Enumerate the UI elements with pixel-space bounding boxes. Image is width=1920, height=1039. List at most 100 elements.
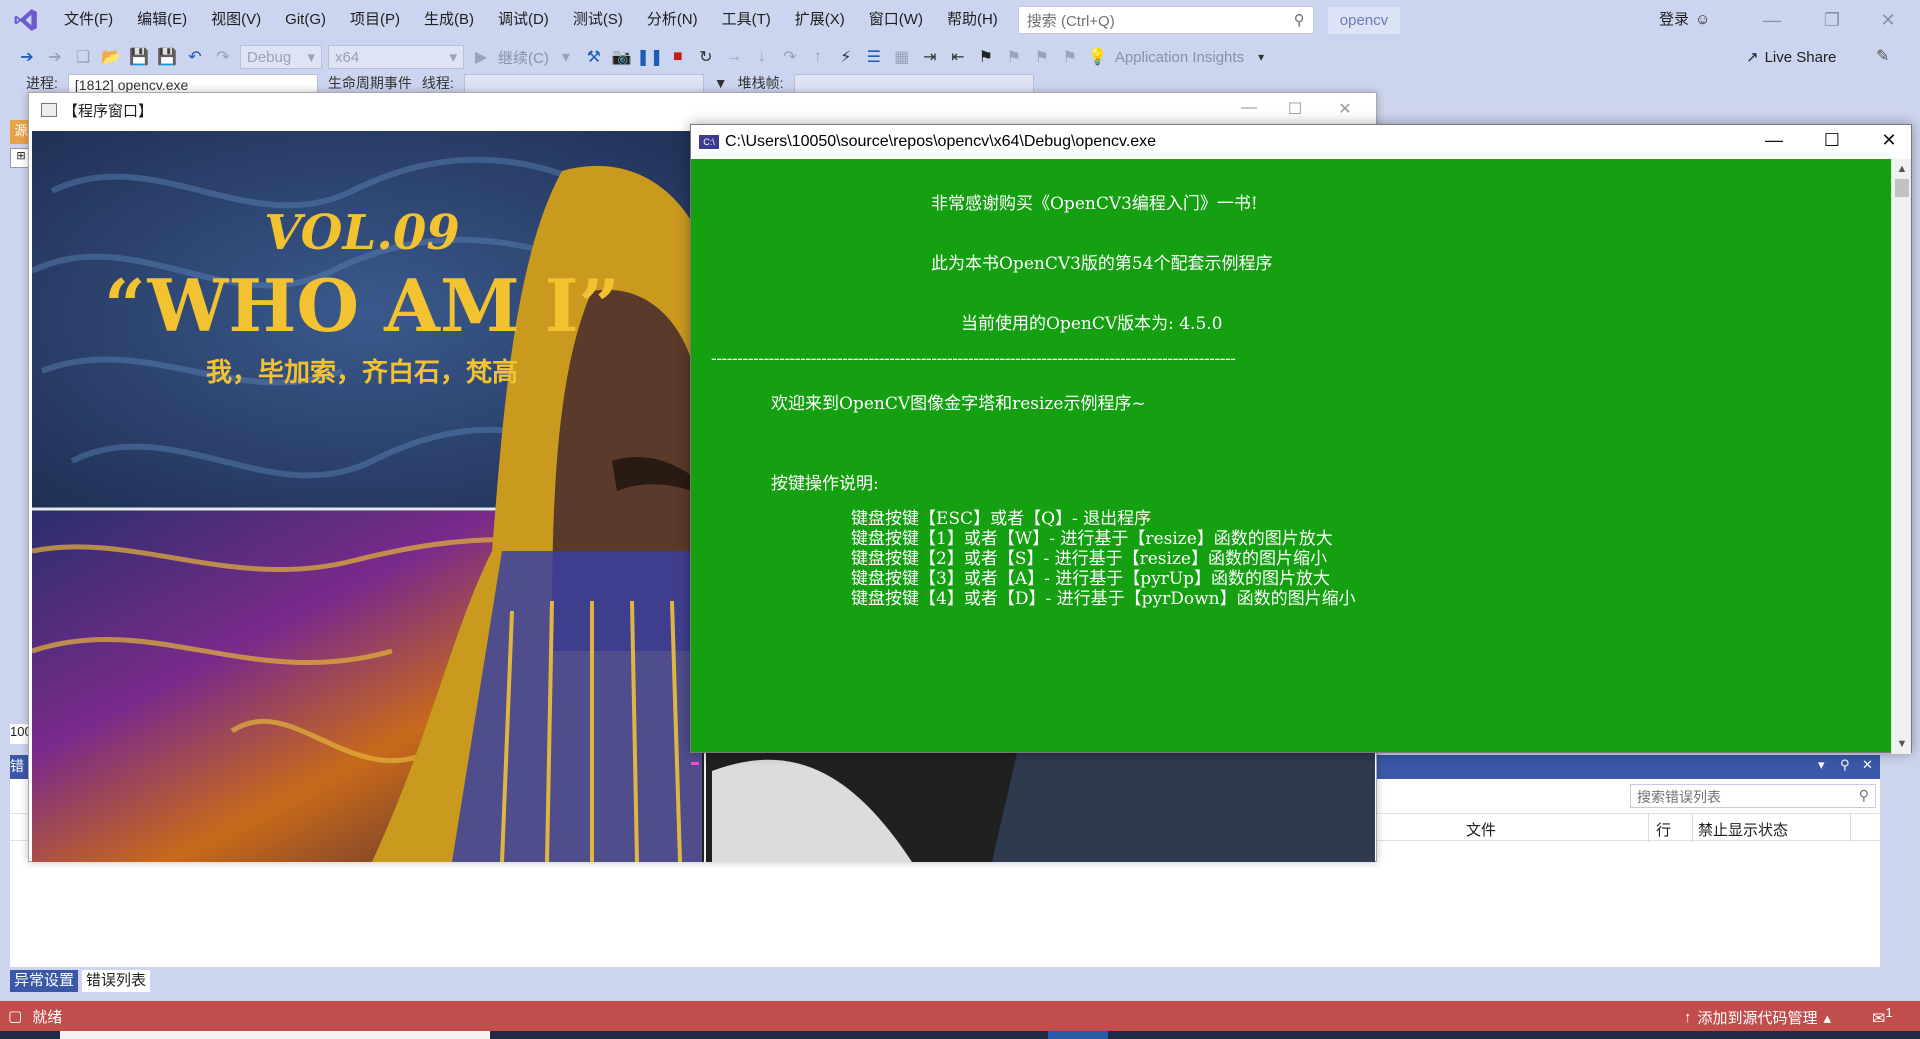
maximize-button[interactable]: ☐ <box>1275 99 1315 119</box>
chevron-down-icon[interactable]: ▾ <box>1250 46 1272 68</box>
bottom-tool-tabs: 异常设置 错误列表 <box>10 970 151 992</box>
taskbar <box>0 1031 1920 1039</box>
stackframe-dropdown[interactable] <box>793 74 1034 92</box>
menu-help[interactable]: 帮助(H) <box>935 0 1010 40</box>
console-title: C:\Users\10050\source\repos\opencv\x64\D… <box>725 133 1157 150</box>
clear-bookmark-icon[interactable]: ⚑ <box>1059 46 1081 68</box>
step-into-icon[interactable]: ↓ <box>751 46 773 68</box>
output-icon: ▢ <box>8 1008 23 1025</box>
redo-icon[interactable]: ↷ <box>212 46 234 68</box>
menu-tools[interactable]: 工具(T) <box>710 0 783 40</box>
step-out-icon[interactable]: ↑ <box>807 46 829 68</box>
application-insights-button[interactable]: Application Insights <box>1115 49 1244 66</box>
forward-icon[interactable]: ➔ <box>44 46 66 68</box>
outdent-icon[interactable]: ⇤ <box>947 46 969 68</box>
bookmark-icon[interactable]: ⚑ <box>975 46 997 68</box>
maximize-button[interactable]: ❐ <box>1810 0 1854 40</box>
feedback-icon[interactable]: ✎ <box>1876 46 1889 66</box>
process-dropdown[interactable]: [1812] opencv.exe <box>67 74 318 92</box>
close-button[interactable]: ✕ <box>1866 0 1910 40</box>
next-bookmark-icon[interactable]: ⚑ <box>1031 46 1053 68</box>
step-over-icon[interactable]: ↷ <box>779 46 801 68</box>
new-project-icon[interactable]: ❏ <box>72 46 94 68</box>
close-panel-icon[interactable]: ✕ <box>1862 757 1873 773</box>
undo-icon[interactable]: ↶ <box>184 46 206 68</box>
status-ready: ▢ 就绪 <box>8 1006 62 1027</box>
menu-analyze[interactable]: 分析(N) <box>635 0 710 40</box>
back-icon[interactable]: ➔ <box>16 46 38 68</box>
filter-icon[interactable]: ▼ <box>714 75 728 91</box>
lifecycle-events-dropdown[interactable]: 生命周期事件 <box>328 74 412 92</box>
column-file[interactable]: 文件 <box>1466 819 1496 840</box>
column-line[interactable]: 行 <box>1656 819 1671 840</box>
menu-window[interactable]: 窗口(W) <box>857 0 935 40</box>
live-share-button[interactable]: ↗ Live Share <box>1746 40 1836 74</box>
prev-bookmark-icon[interactable]: ⚑ <box>1003 46 1025 68</box>
menu-project[interactable]: 项目(P) <box>338 0 412 40</box>
add-to-source-control-button[interactable]: ↑ 添加到源代码管理 ▴ <box>1684 1007 1831 1028</box>
save-all-icon[interactable]: 💾 <box>156 46 178 68</box>
tab-exception-settings[interactable]: 异常设置 <box>10 970 79 992</box>
insights-icon[interactable]: 💡 <box>1087 46 1109 68</box>
poster-vol-text: VOL.09 <box>264 205 459 261</box>
menu-file[interactable]: 文件(F) <box>52 0 125 40</box>
error-search-input[interactable]: 搜索错误列表 ⚲ <box>1630 784 1876 808</box>
minimize-button[interactable]: — <box>1754 130 1794 151</box>
minimize-button[interactable]: — <box>1750 0 1794 40</box>
pause-icon[interactable]: ❚❚ <box>636 46 663 68</box>
screenshot-icon[interactable]: 📷 <box>611 46 633 68</box>
minimize-button[interactable]: — <box>1229 99 1269 117</box>
tab-error-list[interactable]: 错误列表 <box>82 970 151 992</box>
panel-dropdown-icon[interactable]: ▾ <box>1818 757 1825 773</box>
program-window-titlebar[interactable]: 【程序窗口】 — ☐ ✕ <box>29 93 1376 127</box>
show-next-statement-icon[interactable]: → <box>723 46 745 68</box>
menu-extensions[interactable]: 扩展(X) <box>783 0 857 40</box>
attach-process-icon[interactable]: ⚒ <box>583 46 605 68</box>
login-button[interactable]: 登录 ☺ <box>1659 0 1710 40</box>
console-key-esc: 键盘按键【ESC】或者【Q】- 退出程序 <box>851 509 1152 529</box>
console-window[interactable]: C:\ C:\Users\10050\source\repos\opencv\x… <box>690 124 1912 765</box>
menu-debug[interactable]: 调试(D) <box>486 0 561 40</box>
scroll-thumb[interactable] <box>1895 179 1909 197</box>
status-ready-label: 就绪 <box>32 1008 63 1026</box>
console-app-icon: C:\ <box>699 135 719 149</box>
platform-dropdown[interactable]: x64 ▾ <box>328 45 464 69</box>
window-icon <box>41 103 57 117</box>
column-suppression[interactable]: 禁止显示状态 <box>1698 819 1788 840</box>
console-key-3: 键盘按键【3】或者【A】- 进行基于【pyrUp】函数的图片放大 <box>851 569 1331 589</box>
menu-git[interactable]: Git(G) <box>273 0 338 40</box>
share-icon: ↗ <box>1746 49 1759 66</box>
menu-test[interactable]: 测试(S) <box>561 0 635 40</box>
pin-icon[interactable]: ⚲ <box>1840 757 1850 773</box>
continue-icon[interactable]: ▶ <box>470 46 492 68</box>
maximize-button[interactable]: ☐ <box>1812 130 1852 151</box>
restart-icon[interactable]: ↻ <box>695 46 717 68</box>
arrow-up-icon: ↑ <box>1684 1009 1692 1026</box>
visual-studio-logo-icon[interactable] <box>0 0 52 40</box>
stack-icon[interactable]: ▦ <box>891 46 913 68</box>
indent-icon[interactable]: ⇥ <box>919 46 941 68</box>
console-titlebar[interactable]: C:\ C:\Users\10050\source\repos\opencv\x… <box>691 125 1911 159</box>
stop-icon[interactable]: ■ <box>667 46 689 68</box>
thread-icon[interactable]: ☰ <box>863 46 885 68</box>
menu-view[interactable]: 视图(V) <box>199 0 273 40</box>
close-button[interactable]: ✕ <box>1869 130 1909 151</box>
configuration-dropdown[interactable]: Debug ▾ <box>240 45 322 69</box>
continue-button[interactable]: 继续(C) <box>498 47 549 68</box>
chevron-down-icon[interactable]: ▾ <box>555 46 577 68</box>
menu-edit[interactable]: 编辑(E) <box>125 0 199 40</box>
thread-dropdown[interactable] <box>463 74 704 92</box>
save-icon[interactable]: 💾 <box>128 46 150 68</box>
open-file-icon[interactable]: 📂 <box>100 46 122 68</box>
console-scrollbar[interactable]: ▲ ▼ <box>1891 159 1911 754</box>
console-line-version: 当前使用的OpenCV版本为: 4.5.0 <box>961 314 1223 334</box>
console-output[interactable]: 非常感谢购买《OpenCV3编程入门》一书! 此为本书OpenCV3版的第54个… <box>691 159 1891 765</box>
close-button[interactable]: ✕ <box>1325 99 1365 119</box>
scroll-down-icon[interactable]: ▼ <box>1892 738 1912 750</box>
notification-bell[interactable]: ✉1 <box>1872 1005 1893 1028</box>
search-input[interactable]: 搜索 (Ctrl+Q) ⚲ <box>1017 6 1314 34</box>
scroll-up-icon[interactable]: ▲ <box>1892 163 1912 175</box>
menu-build[interactable]: 生成(B) <box>412 0 486 40</box>
hot-reload-icon[interactable]: ⚡ <box>835 46 857 68</box>
configuration-value: Debug <box>247 48 292 66</box>
